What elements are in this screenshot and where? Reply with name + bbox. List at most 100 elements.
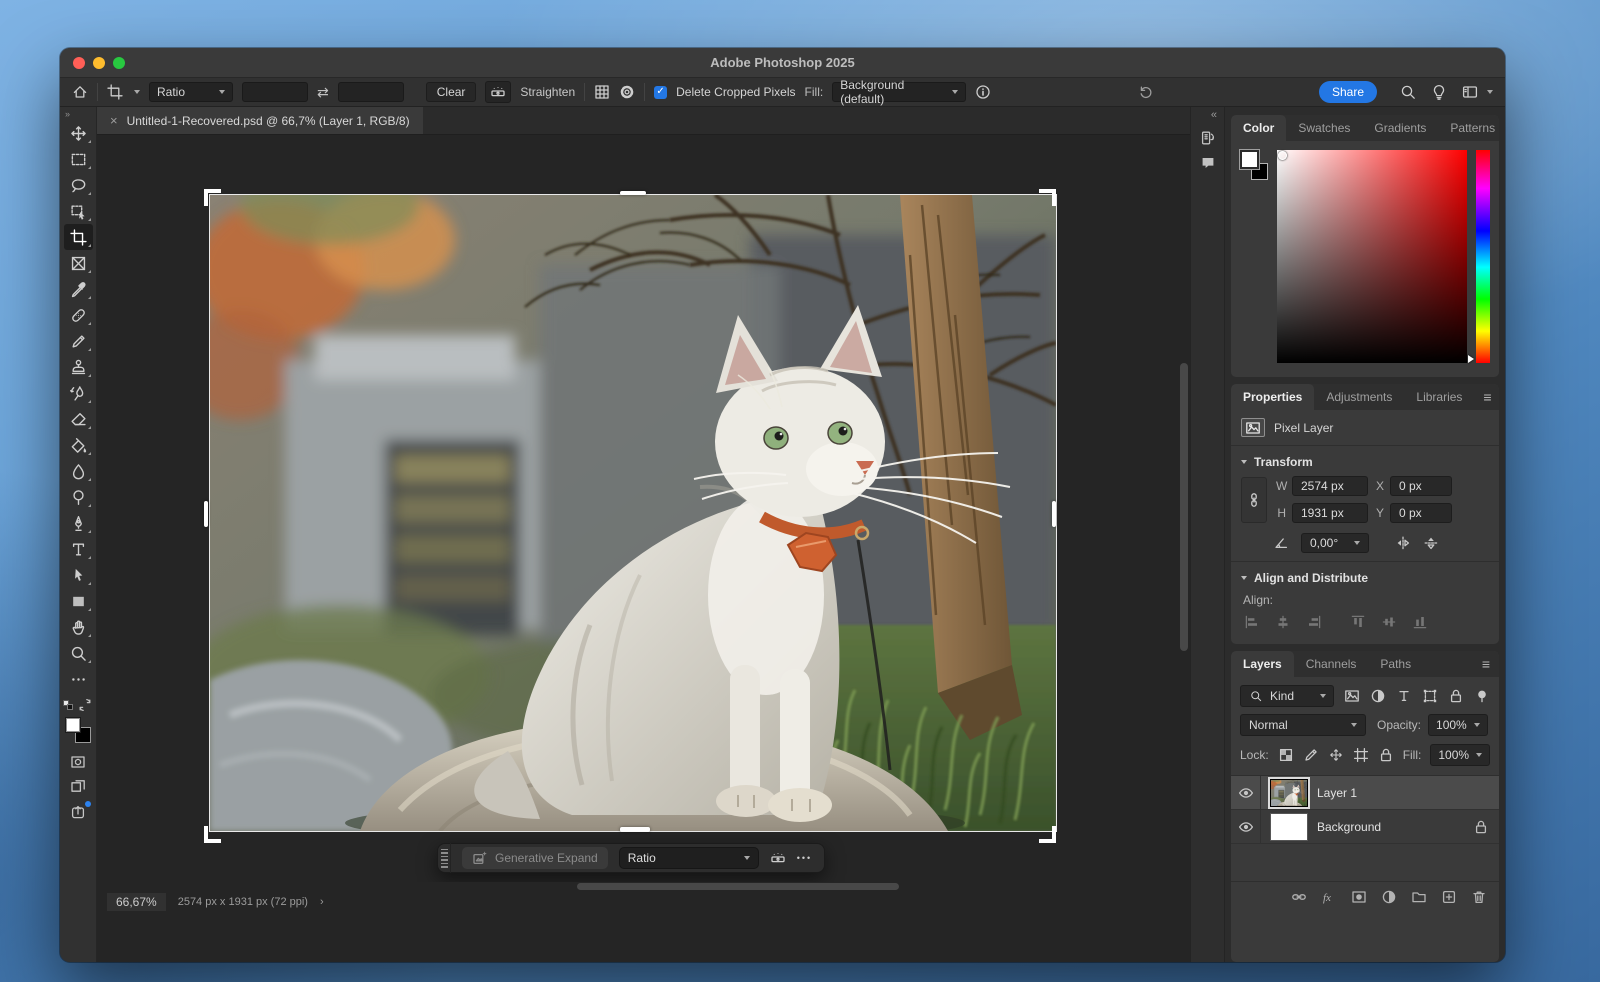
lock-image-pixels-icon[interactable] <box>1303 747 1319 763</box>
search-icon[interactable] <box>1400 84 1416 100</box>
saturation-brightness-field[interactable] <box>1277 150 1467 363</box>
crop-tool-preset-icon[interactable] <box>107 84 123 100</box>
share-image-button[interactable] <box>64 799 93 824</box>
crop-settings-gear-icon[interactable] <box>619 84 635 100</box>
new-layer-icon[interactable] <box>1441 889 1457 905</box>
lock-transparent-pixels-icon[interactable] <box>1278 747 1294 763</box>
clone-stamp-tool[interactable] <box>64 354 93 380</box>
zoom-level[interactable]: 66,67% <box>107 893 166 911</box>
straighten-button[interactable] <box>485 81 511 103</box>
flip-horizontal-icon[interactable] <box>1395 535 1411 551</box>
object-selection-tool[interactable] <box>64 198 93 224</box>
pen-tool[interactable] <box>64 510 93 536</box>
filter-shape-layers-icon[interactable] <box>1422 688 1438 704</box>
straighten-icon[interactable] <box>770 850 786 866</box>
blur-tool[interactable] <box>64 458 93 484</box>
align-bottom-icon[interactable] <box>1412 614 1428 630</box>
link-layers-icon[interactable] <box>1291 889 1307 905</box>
align-center-horizontal-icon[interactable] <box>1275 614 1291 630</box>
comments-panel-icon[interactable] <box>1200 155 1216 171</box>
aspect-ratio-select[interactable]: Ratio <box>149 82 233 102</box>
align-left-icon[interactable] <box>1244 614 1260 630</box>
eyedropper-tool[interactable] <box>64 276 93 302</box>
y-field[interactable]: 0 px <box>1390 503 1452 523</box>
link-dimensions-icon[interactable] <box>1241 477 1267 523</box>
workspace-layout-icon[interactable] <box>1462 84 1478 100</box>
blend-mode-select[interactable]: Normal <box>1240 714 1366 736</box>
align-top-icon[interactable] <box>1350 614 1366 630</box>
layer-thumbnail[interactable] <box>1270 813 1308 841</box>
quick-mask-button[interactable] <box>64 749 93 774</box>
swap-dimensions-icon[interactable]: ⇄ <box>317 84 329 101</box>
delete-layer-icon[interactable] <box>1471 889 1487 905</box>
tab-swatches[interactable]: Swatches <box>1286 115 1362 141</box>
screen-mode-button[interactable] <box>64 774 93 799</box>
layer-effects-icon[interactable]: fx <box>1321 889 1337 905</box>
lock-artboard-icon[interactable] <box>1353 747 1369 763</box>
discover-lightbulb-icon[interactable] <box>1431 84 1447 100</box>
close-icon[interactable]: × <box>110 113 118 128</box>
home-icon[interactable] <box>72 84 88 100</box>
clear-button[interactable]: Clear <box>426 82 477 102</box>
eraser-tool[interactable] <box>64 406 93 432</box>
crop-handle-bottom-left[interactable] <box>204 826 221 843</box>
collapse-panels-icon[interactable]: « <box>1204 109 1224 121</box>
tab-patterns[interactable]: Patterns <box>1438 115 1499 141</box>
marquee-tool[interactable] <box>64 146 93 172</box>
reset-icon[interactable] <box>1138 84 1154 100</box>
chevron-down-icon[interactable] <box>1487 90 1493 94</box>
tab-paths[interactable]: Paths <box>1368 651 1423 677</box>
flip-vertical-icon[interactable] <box>1423 535 1439 551</box>
lock-position-icon[interactable] <box>1329 748 1343 762</box>
new-group-icon[interactable] <box>1411 889 1427 905</box>
close-window-button[interactable] <box>73 57 85 69</box>
layer-name[interactable]: Layer 1 <box>1317 786 1357 800</box>
brush-tool[interactable] <box>64 328 93 354</box>
crop-handle-right[interactable] <box>1052 501 1056 527</box>
layer-visibility-toggle[interactable] <box>1231 776 1261 809</box>
hue-slider[interactable] <box>1476 150 1490 363</box>
chevron-down-icon[interactable] <box>134 90 140 94</box>
taskbar-drag-handle[interactable] <box>438 843 451 873</box>
horizontal-scrollbar[interactable] <box>577 883 899 890</box>
crop-handle-bottom-right[interactable] <box>1039 826 1056 843</box>
edit-toolbar[interactable] <box>64 666 93 692</box>
crop-handle-bottom[interactable] <box>620 827 650 832</box>
fill-select[interactable]: 100% <box>1430 744 1490 766</box>
tab-channels[interactable]: Channels <box>1294 651 1369 677</box>
crop-width-input[interactable] <box>242 82 308 102</box>
crop-tool[interactable] <box>64 224 93 250</box>
tab-color[interactable]: Color <box>1231 115 1286 141</box>
crop-height-input[interactable] <box>338 82 404 102</box>
history-brush-tool[interactable] <box>64 380 93 406</box>
opacity-select[interactable]: 100% <box>1428 714 1488 736</box>
layer-row-background[interactable]: Background <box>1231 810 1499 844</box>
x-field[interactable]: 0 px <box>1390 476 1452 496</box>
crop-handle-top[interactable] <box>620 191 646 195</box>
rotation-field[interactable]: 0,00° <box>1301 533 1369 553</box>
canvas[interactable]: Generative Expand Ratio ••• <box>97 135 1190 882</box>
type-tool[interactable] <box>64 536 93 562</box>
taskbar-ratio-select[interactable]: Ratio <box>619 847 759 869</box>
crop-handle-left[interactable] <box>204 501 208 527</box>
default-colors-icon[interactable] <box>63 700 73 710</box>
color-marker[interactable] <box>1278 151 1287 160</box>
minimize-window-button[interactable] <box>93 57 105 69</box>
rectangle-tool[interactable] <box>64 588 93 614</box>
zoom-tool[interactable] <box>64 640 93 666</box>
dodge-tool[interactable] <box>64 484 93 510</box>
history-panel-icon[interactable] <box>1200 130 1216 146</box>
status-chevron-icon[interactable]: › <box>320 896 324 908</box>
frame-tool[interactable] <box>64 250 93 276</box>
tab-layers[interactable]: Layers <box>1231 651 1294 677</box>
layer-row-layer-1[interactable]: Layer 1 <box>1231 776 1499 810</box>
fill-select[interactable]: Background (default) <box>832 82 966 102</box>
tab-adjustments[interactable]: Adjustments <box>1314 384 1404 410</box>
share-button[interactable]: Share <box>1319 81 1377 103</box>
tab-gradients[interactable]: Gradients <box>1362 115 1438 141</box>
healing-brush-tool[interactable] <box>64 302 93 328</box>
add-layer-mask-icon[interactable] <box>1351 889 1367 905</box>
panel-menu-icon[interactable]: ≡ <box>1474 384 1499 410</box>
toolbar-expand-icon[interactable]: » <box>60 107 75 120</box>
filter-toggle-icon[interactable] <box>1474 688 1490 704</box>
